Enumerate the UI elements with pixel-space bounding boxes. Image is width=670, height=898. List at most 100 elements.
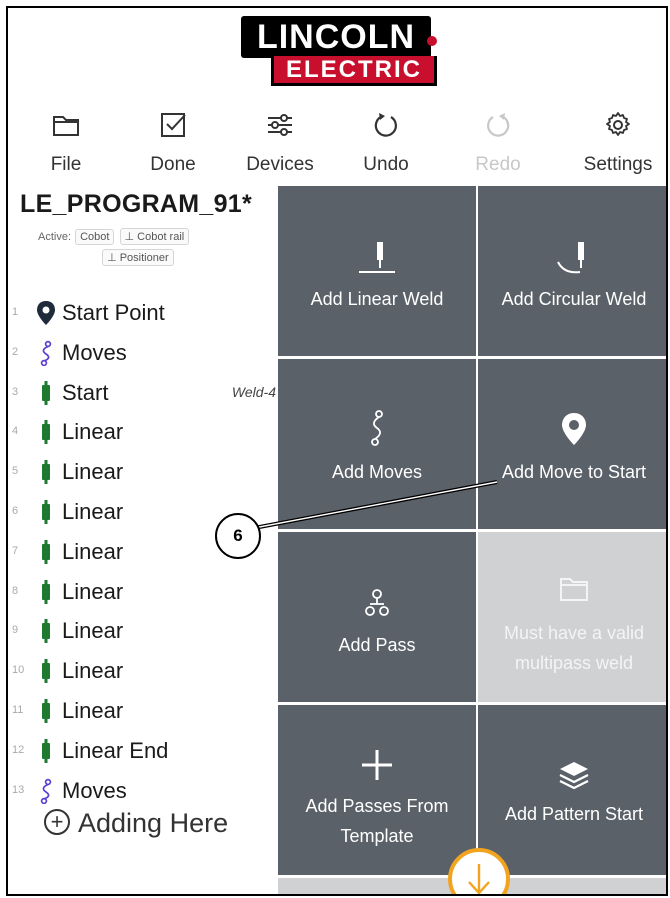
file-button[interactable]: File bbox=[16, 104, 116, 184]
step-row[interactable]: 4 Linear bbox=[8, 413, 278, 451]
add-passes-template-line1: Add Passes From bbox=[305, 796, 449, 816]
done-button[interactable]: Done bbox=[123, 104, 223, 184]
step-number: 10 bbox=[12, 664, 25, 677]
step-number: 2 bbox=[12, 345, 19, 358]
step-label: Linear bbox=[62, 698, 124, 723]
add-move-to-start-tile[interactable]: Add Move to Start bbox=[478, 359, 666, 529]
arrow-down-icon bbox=[468, 864, 490, 894]
add-move-to-start-label: Add Move to Start bbox=[501, 462, 647, 482]
add-moves-label: Add Moves bbox=[331, 462, 423, 482]
step-number: 5 bbox=[12, 465, 19, 478]
gear-icon bbox=[606, 112, 630, 136]
add-circle-icon: + bbox=[44, 809, 70, 835]
chip-cobot-rail-label: Cobot rail bbox=[137, 231, 185, 243]
program-title: LE_PROGRAM_91* bbox=[20, 190, 253, 218]
settings-label: Settings bbox=[583, 154, 653, 175]
step-number: 3 bbox=[12, 385, 19, 398]
weld-tag: Weld-4 bbox=[231, 383, 276, 400]
folder-icon bbox=[560, 578, 588, 601]
step-label: Linear bbox=[62, 618, 124, 644]
chip-cobot: Cobot bbox=[75, 229, 115, 245]
step-row[interactable]: 10 Linear bbox=[8, 652, 278, 690]
step-label: Linear bbox=[62, 578, 124, 604]
step-row[interactable]: 5 Linear bbox=[8, 453, 278, 491]
plus-icon bbox=[362, 750, 392, 780]
redo-button[interactable]: Redo bbox=[448, 104, 548, 184]
folder-icon bbox=[53, 116, 79, 136]
hierarchy-icon bbox=[365, 589, 389, 616]
step-number: 6 bbox=[12, 505, 19, 517]
weld-torch-icon bbox=[36, 419, 56, 445]
redo-icon bbox=[487, 113, 510, 137]
weld-torch-icon bbox=[36, 698, 56, 724]
step-number: 1 bbox=[12, 306, 19, 318]
step-label: Linear End bbox=[62, 737, 169, 763]
step-label: Moves bbox=[62, 339, 127, 365]
weld-torch-icon bbox=[36, 579, 56, 605]
step-label: Start Point bbox=[62, 300, 165, 325]
settings-button[interactable]: Settings bbox=[568, 104, 666, 184]
add-pass-tile[interactable]: Add Pass bbox=[278, 532, 476, 702]
add-linear-weld-tile[interactable]: Add Linear Weld bbox=[278, 186, 476, 356]
weld-torch-icon bbox=[36, 738, 56, 764]
add-pattern-start-tile[interactable]: Add Pattern Start bbox=[478, 705, 666, 875]
weld-torch-icon bbox=[36, 658, 56, 684]
step-number: 9 bbox=[12, 624, 19, 637]
location-pin-icon bbox=[36, 300, 56, 326]
undo-icon bbox=[374, 113, 397, 137]
weld-torch-icon bbox=[36, 499, 56, 525]
sliders-icon bbox=[268, 114, 292, 136]
add-pattern-start-label: Add Pattern Start bbox=[504, 804, 644, 824]
weld-torch-icon bbox=[36, 380, 56, 406]
active-label: Active: bbox=[38, 231, 72, 243]
moves-path-icon bbox=[36, 340, 56, 367]
adding-here-label: Adding Here bbox=[78, 808, 229, 838]
multipass-disabled-line1: Must have a valid bbox=[503, 623, 645, 643]
devices-button[interactable]: Devices bbox=[230, 104, 330, 184]
step-label: Start bbox=[62, 379, 109, 405]
multipass-disabled-line2: multipass weld bbox=[514, 653, 634, 673]
layers-icon bbox=[559, 762, 589, 790]
step-row[interactable]: 8 Linear bbox=[8, 573, 278, 611]
step-number: 4 bbox=[12, 425, 19, 438]
step-number: 12 bbox=[12, 743, 25, 756]
add-passes-template-line2: Template bbox=[340, 826, 414, 846]
callout-number: 6 bbox=[215, 513, 261, 559]
location-pin-icon bbox=[562, 413, 586, 445]
add-circular-weld-tile[interactable]: Add Circular Weld bbox=[478, 186, 666, 356]
step-row[interactable]: 11 Linear bbox=[8, 692, 278, 730]
step-row[interactable]: 13 Moves bbox=[8, 772, 278, 810]
devices-label: Devices bbox=[246, 154, 314, 175]
step-label: Linear bbox=[62, 459, 124, 485]
step-label: Linear bbox=[62, 419, 124, 445]
chip-cobot-rail: ⊥ Cobot rail bbox=[119, 228, 190, 245]
undo-label: Undo bbox=[363, 154, 409, 175]
undo-button[interactable]: Undo bbox=[336, 104, 436, 184]
moves-path-icon bbox=[371, 410, 383, 446]
adding-here-row[interactable]: + Adding Here bbox=[44, 808, 228, 839]
step-row[interactable]: 1 Start Point bbox=[8, 294, 278, 332]
weld-torch-icon bbox=[36, 618, 56, 644]
add-passes-from-template-tile[interactable]: Add Passes From Template bbox=[278, 705, 476, 875]
step-label: Moves bbox=[62, 777, 127, 803]
step-row[interactable]: 12 Linear End bbox=[8, 732, 278, 770]
logo-bottom-text: ELECTRIC bbox=[271, 56, 437, 86]
logo-top-text: LINCOLN bbox=[241, 16, 431, 58]
step-row[interactable]: 3 Start Weld-4 bbox=[8, 374, 278, 412]
add-moves-tile[interactable]: Add Moves bbox=[278, 359, 476, 529]
toolbar: File Done Devices Undo Redo Settings bbox=[8, 104, 666, 184]
chip-positioner-label: Positioner bbox=[119, 252, 169, 264]
step-number: 11 bbox=[12, 704, 24, 716]
add-circular-weld-label: Add Circular Weld bbox=[501, 289, 647, 309]
weld-torch-icon bbox=[36, 539, 56, 565]
moves-path-icon bbox=[36, 778, 56, 804]
step-number: 13 bbox=[12, 783, 25, 796]
logo-dot bbox=[427, 36, 437, 46]
step-row[interactable]: 9 Linear bbox=[8, 612, 278, 650]
active-devices: Active: Cobot ⊥ Cobot rail ⊥ Positioner bbox=[38, 228, 268, 270]
checkbox-icon bbox=[161, 113, 186, 137]
linear-weld-icon bbox=[359, 242, 395, 273]
file-label: File bbox=[50, 154, 82, 175]
redo-label: Redo bbox=[475, 154, 521, 175]
step-row[interactable]: 2 Moves bbox=[8, 334, 278, 372]
